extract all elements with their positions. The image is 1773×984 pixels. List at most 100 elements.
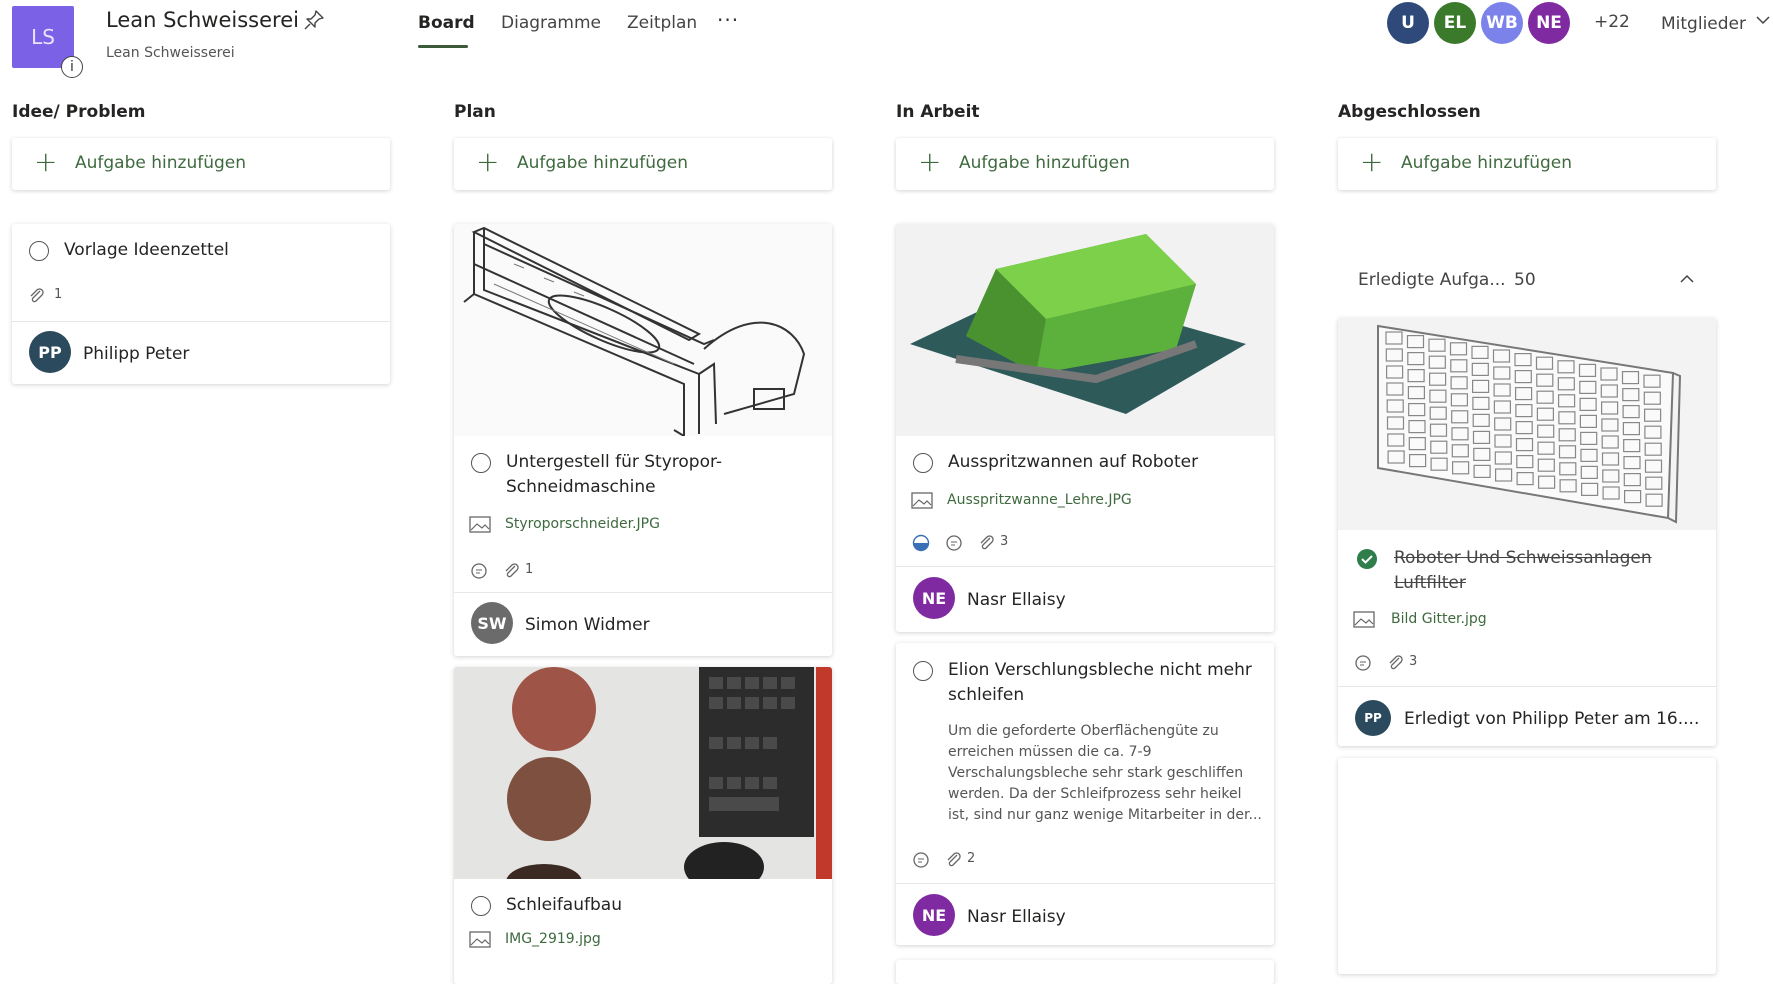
complete-task-checkbox[interactable]	[29, 241, 49, 261]
add-task-button[interactable]: + Aufgabe hinzufügen	[454, 138, 832, 190]
task-card[interactable]: Elion Verschlungsbleche nicht mehr schle…	[896, 643, 1274, 945]
plan-subtitle: Lean Schweisserei	[106, 45, 235, 61]
attachment-count: 2	[967, 851, 976, 866]
paperclip-icon	[947, 852, 961, 867]
image-icon	[469, 516, 491, 533]
member-avatar[interactable]: EL	[1434, 2, 1476, 44]
complete-task-checkbox[interactable]	[471, 896, 491, 916]
complete-task-checkbox[interactable]	[913, 661, 933, 681]
comment-icon	[913, 852, 929, 868]
pin-icon[interactable]	[303, 9, 325, 31]
assignee-name: Nasr Ellaisy	[967, 590, 1066, 610]
attachment-file-link[interactable]: Ausspritzwanne_Lehre.JPG	[947, 492, 1132, 508]
tab-board[interactable]: Board	[418, 13, 475, 33]
member-avatar[interactable]: WB	[1481, 2, 1523, 44]
paperclip-icon	[980, 535, 994, 550]
column-title-in-arbeit: In Arbeit	[896, 102, 980, 122]
task-title-line2: Luftfilter	[1394, 573, 1466, 593]
frame-drawing-image	[463, 226, 806, 437]
attachment-file-link[interactable]: Bild Gitter.jpg	[1391, 611, 1487, 627]
green-tub-model-image	[910, 234, 1246, 414]
add-task-label: Aufgabe hinzufügen	[75, 153, 247, 173]
complete-task-checkbox[interactable]	[471, 453, 491, 473]
chevron-down-icon[interactable]	[1755, 12, 1771, 28]
assignee-avatar[interactable]: PP	[29, 331, 71, 373]
member-avatar[interactable]: NE	[1528, 2, 1570, 44]
member-avatar[interactable]: U	[1387, 2, 1429, 44]
task-card[interactable]: Untergestell für Styropor- Schneidmaschi…	[454, 224, 832, 656]
attachment-count: 3	[1409, 654, 1418, 669]
tab-diagramme[interactable]: Diagramme	[501, 13, 601, 33]
assignee-name: Simon Widmer	[525, 615, 650, 635]
column-title-plan: Plan	[454, 102, 496, 122]
task-description: Um die geforderte Oberflächengüte zu err…	[948, 723, 1262, 823]
add-task-label: Aufgabe hinzufügen	[1401, 153, 1573, 173]
task-card[interactable]	[1338, 758, 1716, 974]
complete-task-checkbox[interactable]	[913, 453, 933, 473]
paperclip-icon	[1389, 655, 1403, 670]
info-icon[interactable]: i	[61, 56, 83, 78]
attachment-count: 1	[525, 562, 534, 577]
assignee-avatar[interactable]: NE	[913, 894, 955, 936]
chevron-up-icon[interactable]	[1678, 270, 1696, 288]
assignee-avatar[interactable]: SW	[471, 602, 513, 644]
add-task-button[interactable]: + Aufgabe hinzufügen	[896, 138, 1274, 190]
add-task-button[interactable]: + Aufgabe hinzufügen	[12, 138, 390, 190]
image-icon	[469, 931, 491, 948]
completed-by-avatar[interactable]: PP	[1355, 700, 1391, 736]
add-task-label: Aufgabe hinzufügen	[517, 153, 689, 173]
extra-members-count[interactable]: +22	[1594, 12, 1630, 32]
image-icon	[1353, 611, 1375, 628]
divider	[454, 592, 832, 593]
attachment-file-link[interactable]: Styroporschneider.JPG	[505, 516, 660, 532]
plan-title: Lean Schweisserei	[106, 8, 299, 32]
plus-icon: +	[918, 145, 942, 178]
task-title-line1: Untergestell für Styropor-	[506, 452, 723, 472]
task-card[interactable]: Vorlage Ideenzettel 1 PP Philipp Peter	[12, 224, 390, 384]
completed-tasks-count: 50	[1514, 270, 1536, 290]
add-task-button[interactable]: + Aufgabe hinzufügen	[1338, 138, 1716, 190]
attachment-file-link[interactable]: IMG_2919.jpg	[505, 931, 601, 947]
task-title: Schleifaufbau	[506, 895, 622, 915]
completed-by-text: Erledigt von Philipp Peter am 16....	[1404, 709, 1700, 729]
assignee-name: Nasr Ellaisy	[967, 907, 1066, 927]
paperclip-icon	[505, 563, 519, 578]
comment-icon	[1355, 655, 1371, 671]
task-card[interactable]: Ausspritzwannen auf Roboter Ausspritzwan…	[896, 224, 1274, 632]
task-title-line2: Schneidmaschine	[506, 477, 656, 497]
assignee-avatar[interactable]: NE	[913, 577, 955, 619]
tab-zeitplan[interactable]: Zeitplan	[627, 13, 697, 33]
progress-half-icon[interactable]	[912, 534, 930, 552]
column-title-idee: Idee/ Problem	[12, 102, 146, 122]
members-button[interactable]: Mitglieder	[1661, 14, 1746, 34]
add-task-label: Aufgabe hinzufügen	[959, 153, 1131, 173]
task-card[interactable]	[896, 960, 1274, 984]
filter-grid-image	[1377, 324, 1682, 524]
completed-tasks-label[interactable]: Erledigte Aufga...	[1358, 270, 1506, 290]
task-card[interactable]: Roboter Und Schweissanlagen Luftfilter B…	[1338, 318, 1716, 746]
divider	[1338, 686, 1716, 687]
more-options-button[interactable]: ···	[717, 8, 739, 32]
attachment-count: 1	[54, 287, 63, 302]
comment-icon	[946, 535, 962, 551]
task-cover-image	[1338, 318, 1716, 530]
comment-icon	[471, 563, 487, 579]
task-title: Vorlage Ideenzettel	[64, 240, 229, 260]
task-title-line2: schleifen	[948, 685, 1025, 705]
divider	[896, 883, 1274, 884]
task-cover-image	[454, 667, 832, 900]
divider	[12, 321, 390, 322]
column-title-abgeschlossen: Abgeschlossen	[1338, 102, 1481, 122]
attachment-count: 3	[1000, 534, 1009, 549]
task-cover-image	[454, 224, 832, 437]
completed-check-icon[interactable]	[1356, 548, 1378, 570]
task-card[interactable]: Schleifaufbau IMG_2919.jpg	[454, 667, 832, 984]
paperclip-icon	[30, 288, 44, 303]
image-icon	[911, 492, 933, 509]
task-cover-image	[896, 224, 1274, 436]
task-title: Ausspritzwannen auf Roboter	[948, 452, 1199, 472]
task-title-line1: Elion Verschlungsbleche nicht mehr	[948, 660, 1252, 680]
task-title-line1: Roboter Und Schweissanlagen	[1394, 548, 1652, 568]
grinding-setup-image	[454, 667, 832, 900]
active-tab-indicator	[418, 45, 468, 48]
